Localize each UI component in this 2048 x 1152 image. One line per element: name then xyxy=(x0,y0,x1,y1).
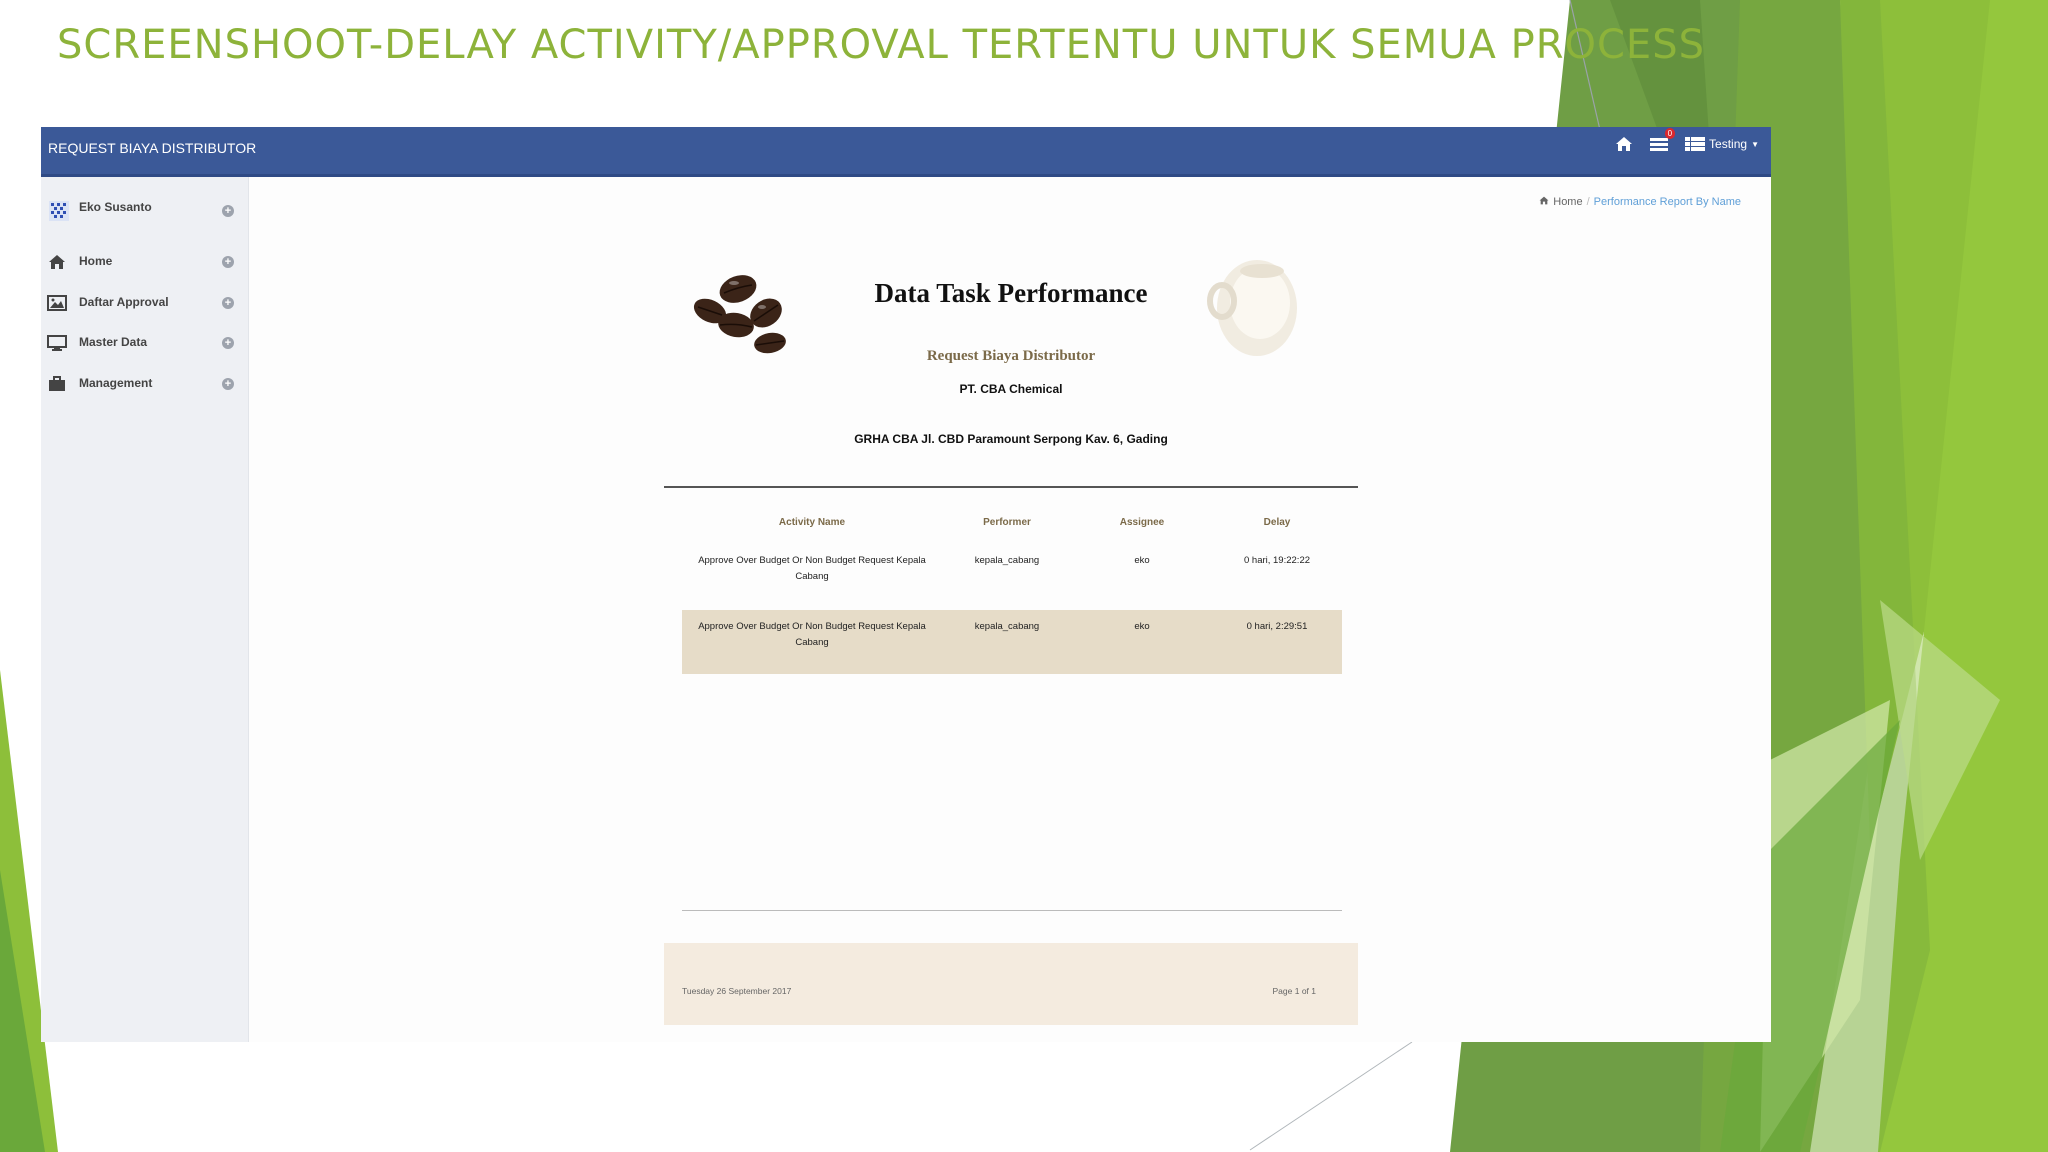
activity-name-cell: Approve Over Budget Or Non Budget Reques… xyxy=(698,621,926,648)
expand-icon[interactable]: + xyxy=(222,297,234,309)
home-icon[interactable] xyxy=(1615,136,1633,152)
report-footer: Tuesday 26 September 2017 Page 1 of 1 xyxy=(664,943,1358,1025)
expand-icon[interactable]: + xyxy=(222,256,234,268)
footer-date: Tuesday 26 September 2017 xyxy=(682,986,792,996)
column-header: Assignee xyxy=(1119,517,1165,528)
sidebar-user-name: Eko Susanto xyxy=(79,200,152,214)
footer-page-number: Page 1 of 1 xyxy=(1272,986,1316,996)
column-header: Activity Name xyxy=(778,517,846,528)
assignee-cell: eko xyxy=(1134,555,1150,566)
table-bottom-line xyxy=(682,910,1342,911)
breadcrumb: Home / Performance Report By Name xyxy=(1539,196,1741,208)
sidebar-item-home[interactable]: Home + xyxy=(41,247,248,277)
sidebar-item-management[interactable]: Management + xyxy=(41,369,248,399)
table-row[interactable]: Approve Over Budget Or Non Budget Reques… xyxy=(682,544,1342,608)
sidebar-item-label: Home xyxy=(79,254,113,268)
performer-cell: kepala_cabang xyxy=(974,621,1040,632)
sidebar-item-label: Daftar Approval xyxy=(79,295,169,309)
column-header: Delay xyxy=(1263,517,1291,528)
user-menu-dropdown[interactable]: Testing ▼ xyxy=(1685,136,1759,152)
notification-badge: 0 xyxy=(1664,128,1676,139)
column-header: Performer xyxy=(983,517,1031,528)
slide-title: SCREENSHOOT-DELAY ACTIVITY/APPROVAL TERT… xyxy=(57,22,1705,68)
monitor-icon xyxy=(47,335,67,351)
user-menu-label: Testing xyxy=(1709,137,1748,151)
table-row[interactable]: Approve Over Budget Or Non Budget Reques… xyxy=(682,610,1342,674)
app-window: REQUEST BIAYA DISTRIBUTOR 0 Testing ▼ Ek… xyxy=(41,127,1771,1042)
activity-name-cell: Approve Over Budget Or Non Budget Reques… xyxy=(698,555,926,582)
expand-icon[interactable]: + xyxy=(222,378,234,390)
user-logo-icon xyxy=(49,201,69,221)
top-navbar: REQUEST BIAYA DISTRIBUTOR 0 Testing ▼ xyxy=(41,127,1771,177)
breadcrumb-home[interactable]: Home xyxy=(1553,196,1582,208)
company-name: PT. CBA Chemical xyxy=(959,382,1063,396)
app-title[interactable]: REQUEST BIAYA DISTRIBUTOR xyxy=(48,140,256,156)
sidebar-item-label: Management xyxy=(79,376,153,390)
list-icon xyxy=(1685,137,1706,151)
divider xyxy=(664,486,1358,488)
sidebar-item-label: Master Data xyxy=(79,335,148,349)
image-icon xyxy=(47,295,67,311)
briefcase-icon xyxy=(49,376,65,391)
delay-cell: 0 hari, 2:29:51 xyxy=(1246,621,1308,632)
sidebar-user[interactable]: Eko Susanto + xyxy=(41,187,248,232)
home-icon xyxy=(1539,196,1549,208)
notification-icon[interactable]: 0 xyxy=(1649,128,1676,152)
sidebar: Eko Susanto + Home + Daftar Approval + M… xyxy=(41,177,249,1042)
performer-cell: kepala_cabang xyxy=(974,555,1040,566)
expand-icon[interactable]: + xyxy=(222,205,234,217)
delay-cell: 0 hari, 19:22:22 xyxy=(1243,555,1311,566)
report-subtitle: Request Biaya Distributor xyxy=(926,348,1096,364)
report-page: Data Task Performance Request Biaya Dist… xyxy=(664,237,1358,1037)
caret-down-icon: ▼ xyxy=(1751,139,1759,149)
expand-icon[interactable]: + xyxy=(222,337,234,349)
report-title: Data Task Performance xyxy=(874,278,1148,308)
sidebar-item-daftar-approval[interactable]: Daftar Approval + xyxy=(41,288,248,318)
home-icon xyxy=(49,255,65,269)
sidebar-item-master-data[interactable]: Master Data + xyxy=(41,328,248,358)
company-address: GRHA CBA Jl. CBD Paramount Serpong Kav. … xyxy=(854,432,1168,446)
breadcrumb-current[interactable]: Performance Report By Name xyxy=(1594,196,1741,208)
assignee-cell: eko xyxy=(1134,621,1150,632)
breadcrumb-separator: / xyxy=(1586,196,1590,208)
